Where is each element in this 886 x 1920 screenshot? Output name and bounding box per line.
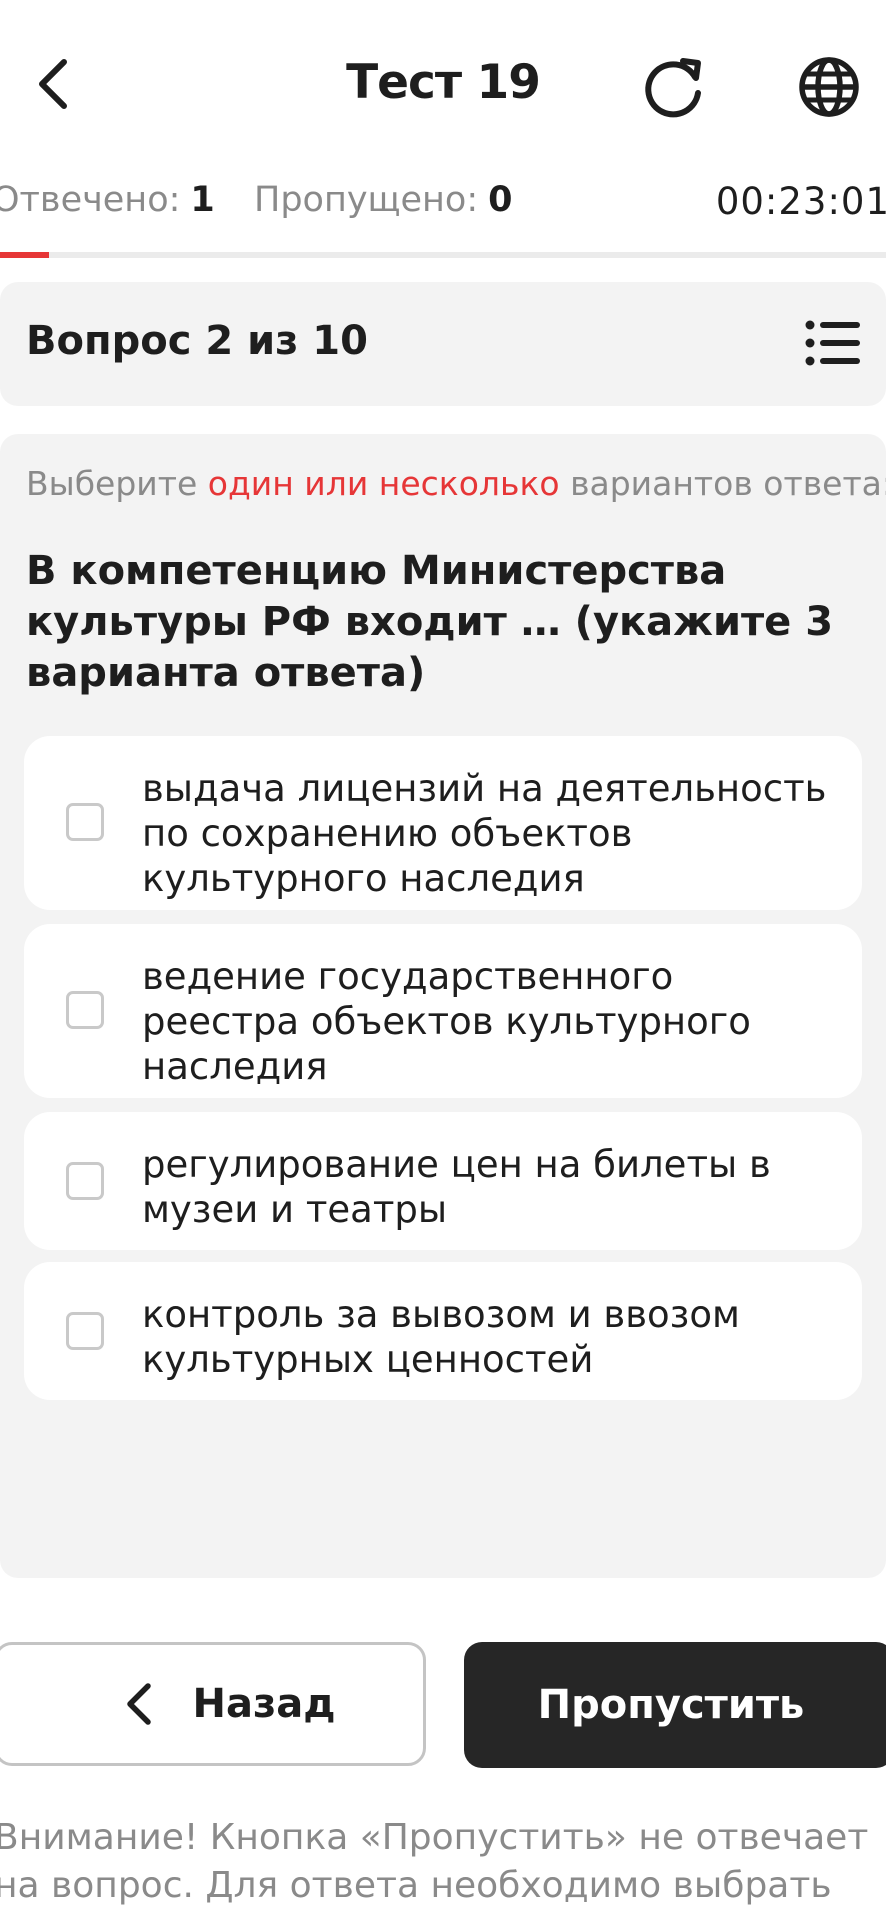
chevron-left-icon [127, 1683, 152, 1725]
option-checkbox[interactable] [66, 803, 104, 841]
skip-button[interactable]: Пропустить [464, 1642, 886, 1768]
back-nav-label: Назад [192, 1681, 336, 1727]
question-text: В компетенцию Министерства культуры РФ в… [26, 548, 834, 696]
instruction-accent: один или несколько [207, 464, 560, 503]
skipped-stat: Пропущено: 0 [254, 180, 513, 220]
language-button[interactable] [794, 52, 864, 122]
option-text: регулирование цен на билеты в музеи и те… [142, 1143, 771, 1231]
instruction-prefix: Выберите [26, 464, 208, 503]
progress-bar [0, 252, 886, 258]
answer-option-2[interactable]: ведение государственного реестра объекто… [24, 924, 862, 1098]
option-text: выдача лицензий на деятельность по сохра… [142, 767, 827, 900]
back-nav-content: Назад [124, 1681, 336, 1727]
refresh-button[interactable] [638, 50, 710, 122]
back-nav-button[interactable]: Назад [0, 1642, 426, 1766]
answered-label: Отвечено: [0, 180, 181, 220]
globe-icon [799, 57, 859, 117]
list-icon [805, 320, 860, 366]
timer: 00:23:01 [715, 180, 886, 223]
skip-label: Пропустить [537, 1682, 805, 1728]
instruction-suffix: вариантов ответа: [559, 464, 886, 503]
question-panel: Выберите один или несколько вариантов от… [0, 434, 886, 1578]
answer-option-3[interactable]: регулирование цен на билеты в музеи и те… [24, 1112, 862, 1250]
answer-instruction: Выберите один или несколько вариантов от… [26, 464, 886, 503]
question-list-button[interactable] [804, 316, 862, 370]
page-title: Тест 19 [346, 55, 541, 110]
question-counter-bar: Вопрос 2 из 10 [0, 282, 886, 406]
refresh-icon [645, 58, 701, 118]
question-counter: Вопрос 2 из 10 [26, 318, 368, 364]
header: Тест 19 [0, 0, 886, 168]
answered-stat: Отвечено: 1 [0, 180, 215, 220]
option-text: контроль за вывозом и ввозом культурных … [142, 1293, 740, 1381]
skipped-count: 0 [488, 180, 513, 220]
answer-option-4[interactable]: контроль за вывозом и ввозом культурных … [24, 1262, 862, 1400]
skip-warning: Внимание! Кнопка «Пропустить» не отвечае… [0, 1817, 869, 1906]
test-stats: Отвечено: 1 Пропущено: 0 00:23:01 [0, 180, 886, 240]
option-checkbox[interactable] [66, 1312, 104, 1350]
answer-option-1[interactable]: выдача лицензий на деятельность по сохра… [24, 736, 862, 910]
option-checkbox[interactable] [66, 991, 104, 1029]
skipped-label: Пропущено: [254, 180, 479, 220]
progress-fill [0, 252, 49, 258]
option-text: ведение государственного реестра объекто… [142, 955, 751, 1088]
answered-count: 1 [190, 180, 215, 220]
option-checkbox[interactable] [66, 1162, 104, 1200]
